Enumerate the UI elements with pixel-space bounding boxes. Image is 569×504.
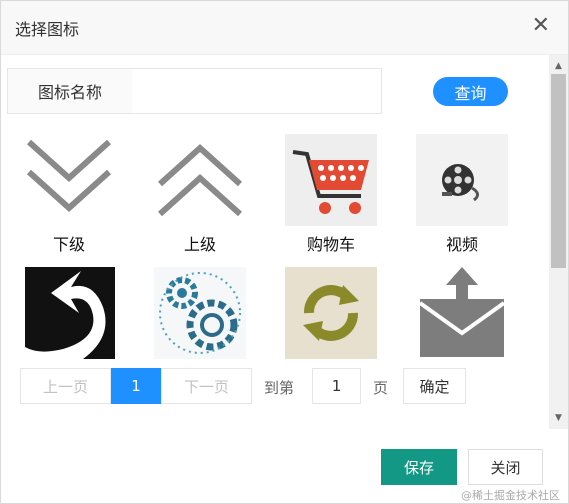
close-button[interactable]: 关闭 xyxy=(468,449,543,485)
save-button[interactable]: 保存 xyxy=(381,449,457,485)
goto-suffix-label: 页 xyxy=(373,379,389,397)
pagination: 上一页 1 下一页 到第 1 页 确定 xyxy=(1,368,548,408)
film-reel-icon xyxy=(416,134,508,226)
scroll-thumb[interactable] xyxy=(551,74,566,268)
page-1-button[interactable]: 1 xyxy=(111,368,161,404)
icon-label: 上级 xyxy=(183,235,216,254)
double-chevron-up-icon xyxy=(154,134,246,226)
prev-page-button[interactable]: 上一页 xyxy=(20,368,111,404)
refresh-arrows-icon xyxy=(285,267,377,359)
query-button[interactable]: 查询 xyxy=(433,77,508,106)
double-chevron-down-icon xyxy=(23,134,115,226)
close-icon[interactable]: ✕ xyxy=(532,13,550,39)
next-page-button[interactable]: 下一页 xyxy=(161,368,252,404)
curved-arrow-icon xyxy=(23,267,115,359)
mail-upload-icon xyxy=(416,267,508,359)
icon-item-cart[interactable]: 购物车 xyxy=(273,134,383,264)
gears-icon xyxy=(154,267,246,359)
vertical-scrollbar[interactable]: ▲ ▼ xyxy=(549,55,568,429)
icon-item-up[interactable]: 上级 xyxy=(142,134,252,264)
select-icon-dialog: 选择图标 ✕ 图标名称 查询 下级 上级 购物车 视频 上一页 1 下一页 到第… xyxy=(0,0,569,504)
scroll-down-icon[interactable]: ▼ xyxy=(549,411,568,425)
icon-item-down[interactable]: 下级 xyxy=(11,134,121,264)
watermark: @稀土掘金技术社区 xyxy=(461,489,560,502)
dialog-titlebar: 选择图标 ✕ xyxy=(1,1,568,55)
search-label: 图标名称 xyxy=(7,68,133,114)
icon-label: 购物车 xyxy=(306,235,355,254)
icon-label: 视频 xyxy=(445,235,478,254)
dialog-title: 选择图标 xyxy=(15,20,80,39)
dialog-content: 图标名称 查询 下级 上级 购物车 视频 上一页 1 下一页 到第 1 页 确定 xyxy=(1,55,548,429)
goto-prefix-label: 到第 xyxy=(264,379,295,397)
goto-page-input[interactable]: 1 xyxy=(312,368,361,404)
scroll-up-icon[interactable]: ▲ xyxy=(549,59,568,73)
icon-label: 下级 xyxy=(52,235,85,254)
shopping-cart-icon xyxy=(285,134,377,226)
icon-item-video[interactable]: 视频 xyxy=(404,134,514,264)
goto-confirm-button[interactable]: 确定 xyxy=(403,368,466,404)
search-input[interactable] xyxy=(132,68,382,114)
